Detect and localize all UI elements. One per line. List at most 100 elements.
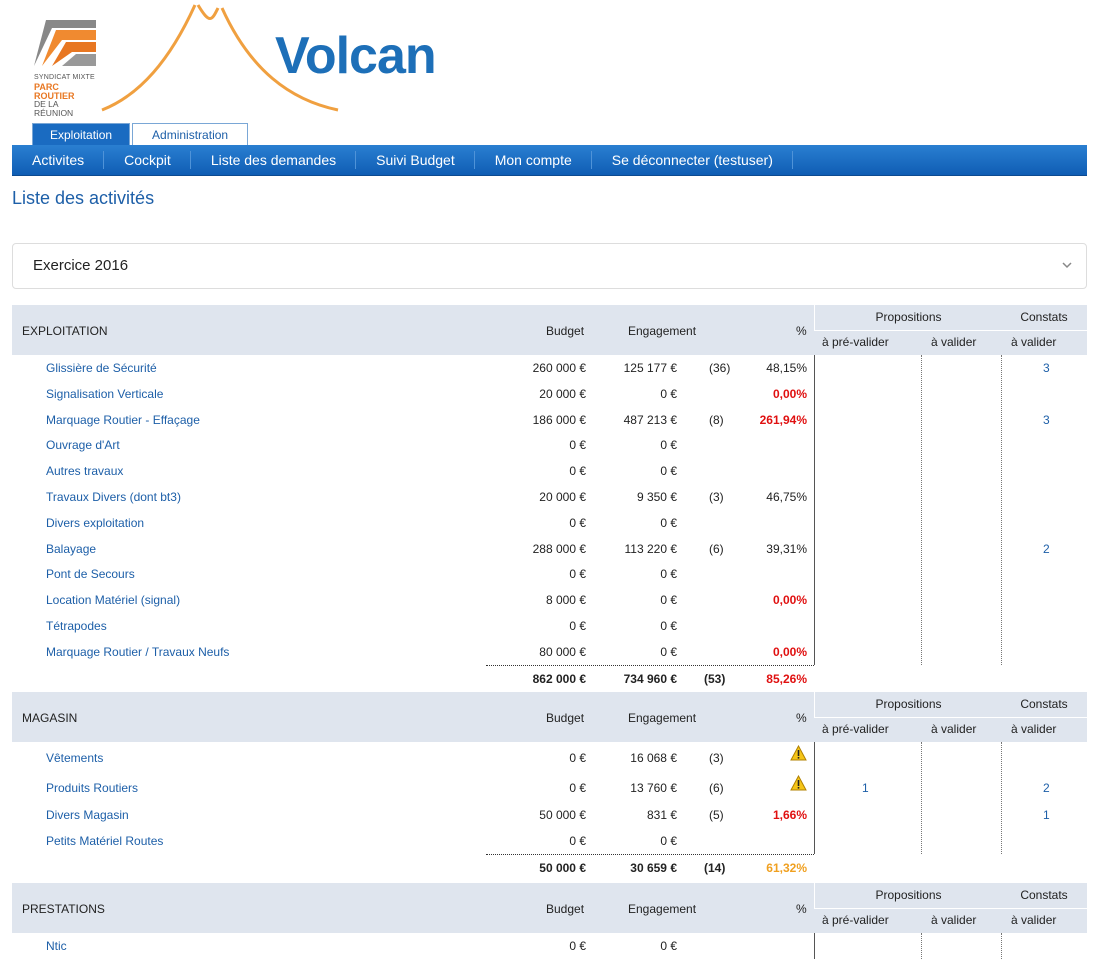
table-row: Petits Matériel Routes 0 € 0 €	[12, 828, 1087, 854]
exercise-select[interactable]: Exercice 2016	[12, 243, 1087, 289]
total-engagement: 734 960 €	[623, 671, 677, 686]
divider-pct	[814, 933, 815, 959]
table-row: Vêtements 0 € 16 068 € (3)	[12, 742, 1087, 772]
constats-valider-link[interactable]: 2	[1043, 781, 1050, 795]
section-header: PRESTATIONS Budget Engagement% Propositions…	[12, 883, 1087, 933]
engagement-cell: 13 760 €	[630, 781, 677, 795]
engagement-cell: 113 220 €	[624, 541, 678, 556]
divider-prop	[921, 742, 922, 854]
activity-link[interactable]: Marquage Routier / Travaux Neufs	[46, 645, 229, 659]
budget-cell: 0 €	[569, 781, 586, 795]
activity-link[interactable]: Divers exploitation	[46, 516, 144, 530]
budget-cell: 80 000 €	[539, 644, 586, 659]
activity-link[interactable]: Ntic	[46, 939, 67, 953]
col-header-constats: Constats	[1001, 305, 1087, 331]
section-header: EXPLOITATION Budget Engagement% Proposition…	[12, 305, 1087, 355]
org-logo: SYNDICAT MIXTE PARC ROUTIER DE LA RÉUNIO…	[30, 18, 98, 118]
col-header-pct: %	[796, 711, 807, 725]
col-header-a-valider: à valider	[931, 722, 977, 736]
total-row: 862 000 € 734 960 € (53) 85,26%	[12, 664, 1087, 691]
engagement-cell: 9 350 €	[636, 489, 677, 504]
activity-link[interactable]: Autres travaux	[46, 464, 123, 478]
divider-pct	[814, 355, 815, 665]
proposition-pre-valider-link[interactable]: 1	[862, 781, 869, 795]
table-row: Location Matériel (signal) 8 000 € 0 € 0,00…	[12, 587, 1087, 613]
section-exploitation: EXPLOITATION Budget Engagement% Proposition…	[12, 305, 1087, 691]
budget-cell: 260 000 €	[532, 361, 586, 375]
activity-link[interactable]: Location Matériel (signal)	[46, 593, 180, 607]
activity-link[interactable]: Glissière de Sécurité	[46, 361, 157, 375]
section-magasin: MAGASIN Budget Engagement% Propositions Cons…	[12, 692, 1087, 880]
activity-link[interactable]: Tétrapodes	[46, 619, 107, 633]
engagement-cell: 16 068 €	[630, 751, 677, 765]
col-header-engagement: Engagement	[628, 324, 697, 338]
nav-logout[interactable]: Se déconnecter (testuser)	[592, 151, 793, 169]
engagement-cell: 0 €	[660, 464, 677, 479]
table-row: Balayage 288 000 € 113 220 € (6) 39,31% 2	[12, 536, 1087, 562]
budget-cell: 20 000 €	[539, 386, 586, 401]
divider-prop	[921, 355, 922, 665]
budget-cell: 0 €	[569, 438, 586, 453]
col-header-pct: %	[796, 324, 807, 338]
col-header-pre-valider: à pré-valider	[822, 722, 889, 736]
tab-administration[interactable]: Administration	[132, 123, 249, 145]
divider-prop	[921, 933, 922, 959]
budget-cell: 0 €	[569, 618, 586, 633]
section-name: MAGASIN	[22, 711, 78, 725]
activity-link[interactable]: Vêtements	[46, 751, 103, 765]
activity-link[interactable]: Balayage	[46, 542, 96, 556]
module-tabs: Exploitation Administration	[32, 123, 250, 145]
pct-cell: 0,00%	[772, 644, 807, 659]
engagement-cell: 0 €	[660, 438, 677, 453]
pct-cell: 0,00%	[772, 593, 807, 608]
activity-link[interactable]: Divers Magasin	[46, 808, 129, 822]
table-row: Marquage Routier - Effaçage 186 000 € 487 …	[12, 407, 1087, 433]
nav-mon-compte[interactable]: Mon compte	[475, 151, 592, 169]
activity-link[interactable]: Ouvrage d'Art	[46, 438, 120, 452]
col-header-engagement: Engagement	[628, 902, 697, 916]
constats-valider-link[interactable]: 1	[1043, 808, 1050, 822]
col-header-pre-valider: à pré-valider	[822, 913, 889, 927]
activity-link[interactable]: Travaux Divers (dont bt3)	[46, 490, 181, 504]
nav-suivi-budget[interactable]: Suivi Budget	[356, 151, 475, 169]
activity-link[interactable]: Signalisation Verticale	[46, 387, 163, 401]
engagement-cell: 0 €	[660, 515, 677, 530]
pct-cell: 1,66%	[772, 808, 807, 822]
org-logo-line1: SYNDICAT MIXTE	[34, 74, 95, 81]
tab-exploitation[interactable]: Exploitation	[32, 123, 131, 145]
budget-cell: 0 €	[569, 464, 586, 479]
chevron-down-icon	[1062, 262, 1072, 269]
constats-valider-link[interactable]: 3	[1043, 361, 1050, 375]
nav-liste-demandes[interactable]: Liste des demandes	[191, 151, 357, 169]
nav-activites[interactable]: Activites	[12, 151, 105, 169]
warning-icon	[790, 745, 807, 761]
constats-valider-link[interactable]: 2	[1043, 542, 1050, 556]
table-row: Glissière de Sécurité 260 000 € 125 177 € (…	[12, 355, 1087, 381]
col-header-constats: Constats	[1001, 883, 1087, 909]
divider-constats	[1001, 933, 1002, 959]
engagement-count: (3)	[709, 489, 724, 504]
activity-link[interactable]: Pont de Secours	[46, 567, 135, 581]
activity-link[interactable]: Marquage Routier - Effaçage	[46, 413, 200, 427]
engagement-cell: 125 177 €	[623, 361, 677, 375]
activity-link[interactable]: Petits Matériel Routes	[46, 834, 163, 848]
pct-cell: 46,75%	[766, 489, 807, 504]
total-count: (14)	[704, 860, 726, 875]
budget-cell: 0 €	[569, 515, 586, 530]
activity-link[interactable]: Produits Routiers	[46, 781, 138, 795]
constats-valider-link[interactable]: 3	[1043, 413, 1050, 427]
col-header-propositions: Propositions	[814, 692, 1002, 718]
nav-cockpit[interactable]: Cockpit	[104, 151, 191, 169]
budget-cell: 20 000 €	[539, 489, 586, 504]
total-pct: 85,26%	[766, 671, 807, 686]
page-title: Liste des activités	[12, 188, 155, 208]
col-header-pre-valider: à pré-valider	[822, 335, 889, 349]
pct-cell: 39,31%	[766, 541, 807, 556]
exercise-select-value: Exercice 2016	[33, 257, 129, 274]
col-header-propositions: Propositions	[814, 883, 1002, 909]
section-rows: Vêtements 0 € 16 068 € (3) Produits Routiers…	[12, 742, 1087, 854]
col-header-a-valider: à valider	[931, 335, 977, 349]
col-header-budget: Budget	[546, 324, 585, 338]
budget-cell: 50 000 €	[539, 808, 586, 822]
total-budget: 50 000 €	[539, 860, 586, 875]
